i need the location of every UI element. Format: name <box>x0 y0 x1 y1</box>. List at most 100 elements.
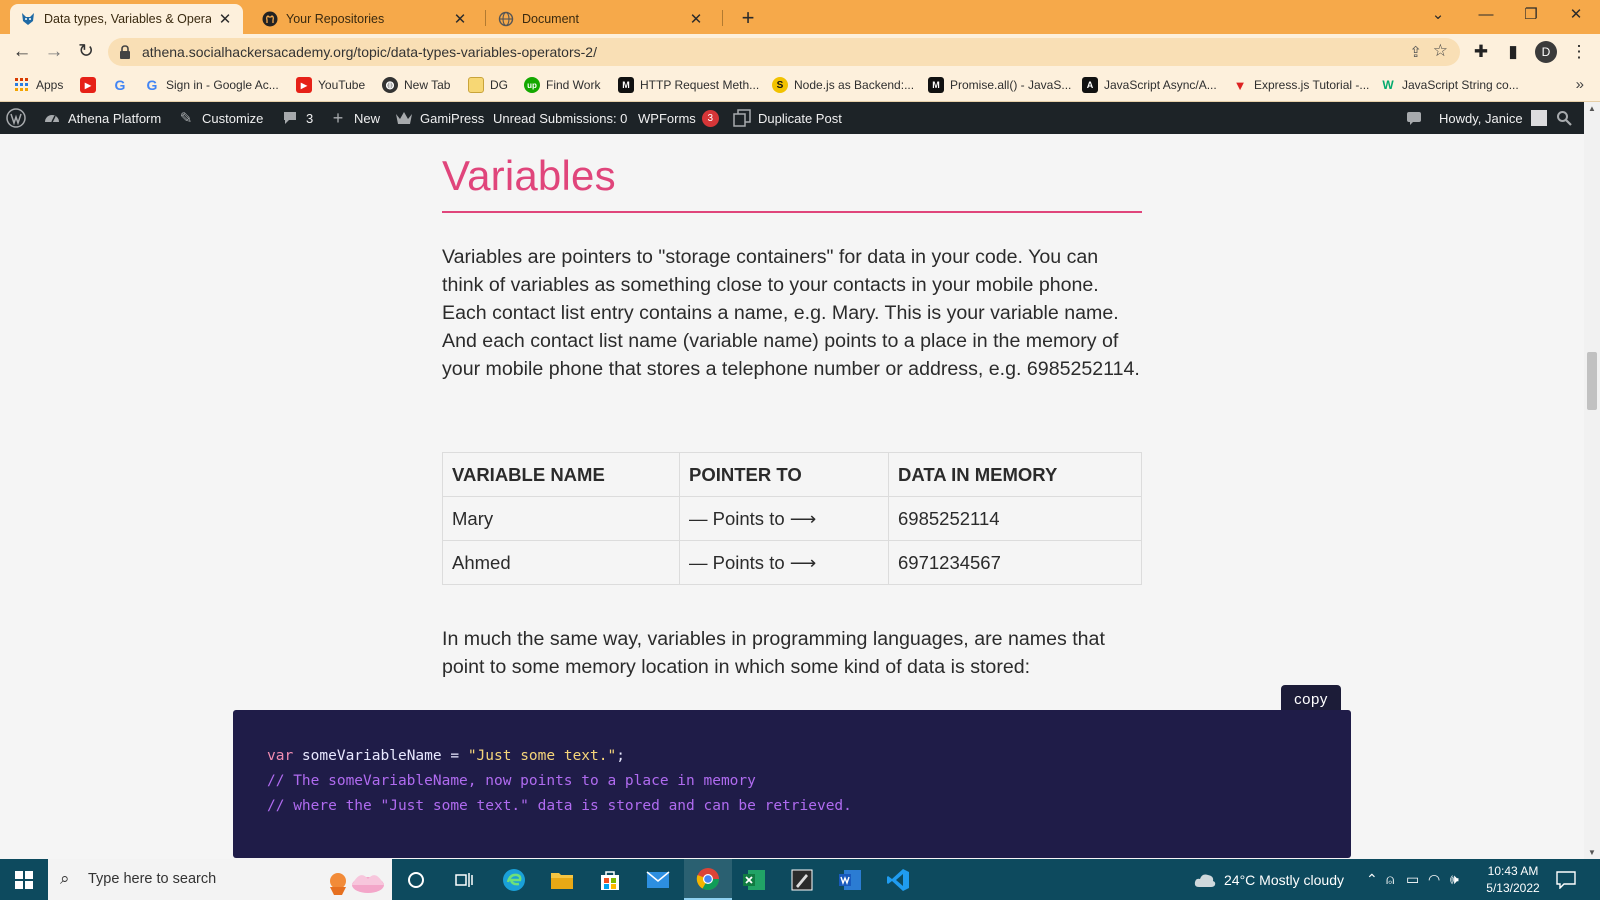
globe-icon <box>498 11 514 27</box>
mdn-icon: A <box>1082 77 1098 93</box>
system-clock[interactable]: 10:43 AM 5/13/2022 <box>1478 863 1548 897</box>
tutorial-icon: ▼ <box>1233 77 1247 93</box>
lock-icon[interactable] <box>118 44 132 60</box>
tab-athena[interactable]: Data types, Variables & Operators ✕ <box>10 4 243 34</box>
bookmark-dg[interactable]: DG <box>468 77 508 93</box>
new-tab-button[interactable]: + <box>736 6 760 30</box>
comments-link[interactable]: 3 <box>280 102 313 134</box>
bookmark-nodejs[interactable]: S Node.js as Backend:... <box>772 77 914 93</box>
bookmark-js-string[interactable]: W JavaScript String co... <box>1380 77 1519 93</box>
more-bookmarks-chevron-icon[interactable]: » <box>1576 76 1584 93</box>
wifi-icon[interactable]: ◠ <box>1428 859 1440 900</box>
site-name-menu[interactable]: Athena Platform <box>42 102 161 134</box>
unread-label: Unread Submissions: 0 <box>493 110 628 126</box>
taskbar-search-box[interactable]: ⌕ Type here to search <box>48 859 392 900</box>
bookmark-label: JavaScript String co... <box>1402 78 1519 92</box>
taskbar-excel[interactable] <box>730 859 778 900</box>
athena-fox-icon <box>20 11 36 27</box>
code-block: var someVariableName = "Just some text."… <box>233 710 1351 858</box>
cortana-button[interactable] <box>392 859 440 900</box>
new-content-menu[interactable]: + New <box>328 102 380 134</box>
address-bar[interactable]: athena.socialhackersacademy.org/topic/da… <box>108 38 1460 66</box>
bookmark-youtube[interactable]: ▶ YouTube <box>296 77 365 93</box>
url-text[interactable]: athena.socialhackersacademy.org/topic/da… <box>142 44 597 60</box>
back-button[interactable]: ← <box>10 40 34 64</box>
bookmark-http-request[interactable]: M HTTP Request Meth... <box>618 77 759 93</box>
bookmark-label: DG <box>490 78 508 92</box>
share-icon[interactable]: ⇪ <box>1409 43 1422 61</box>
taskbar-vscode[interactable] <box>874 859 922 900</box>
browser-toolbar: ← → ↻ athena.socialhackersacademy.org/to… <box>0 34 1600 70</box>
taskbar-file-explorer[interactable] <box>538 859 586 900</box>
store-bag-icon <box>601 870 619 890</box>
wordpress-logo-button[interactable] <box>6 102 32 134</box>
folder-icon <box>551 872 573 889</box>
customize-link[interactable]: ✎ Customize <box>176 102 264 134</box>
page-scrollbar[interactable]: ▲ ▼ <box>1584 102 1600 859</box>
heading-divider <box>442 211 1142 213</box>
bookmark-label: Find Work <box>546 78 601 92</box>
bookmark-new-tab[interactable]: ◍ New Tab <box>382 77 450 93</box>
volume-icon[interactable]: 🕪 <box>1450 859 1459 900</box>
profile-avatar[interactable]: D <box>1535 41 1557 63</box>
notification-center-icon[interactable] <box>1556 859 1576 900</box>
tray-chevron-icon[interactable]: ⌃ <box>1366 859 1378 900</box>
bookmark-express[interactable]: ▼ Express.js Tutorial -... <box>1232 77 1370 93</box>
taskbar-pen-app[interactable] <box>778 859 826 900</box>
bookmark-apps[interactable]: Apps <box>14 77 63 93</box>
bookmark-find-work[interactable]: up Find Work <box>524 77 600 93</box>
scroll-down-arrow-icon[interactable]: ▼ <box>1584 848 1600 857</box>
duplicate-post-link[interactable]: Duplicate Post <box>732 102 842 134</box>
taskbar-word[interactable] <box>826 859 874 900</box>
close-icon[interactable]: ✕ <box>217 10 233 28</box>
battery-icon[interactable]: ▭ <box>1406 859 1419 900</box>
weather-widget[interactable]: 24°C Mostly cloudy <box>1194 859 1344 900</box>
reload-button[interactable]: ↻ <box>74 40 98 64</box>
scrollbar-thumb[interactable] <box>1587 352 1597 410</box>
search-icon[interactable] <box>1556 102 1572 134</box>
new-label: New <box>354 110 381 126</box>
side-panel-icon[interactable]: ▮ <box>1502 42 1524 62</box>
mail-envelope-icon <box>646 870 670 888</box>
bookmark-youtube-short[interactable]: ▶ <box>80 77 102 93</box>
gamipress-menu[interactable]: GamiPress <box>394 102 484 134</box>
bookmark-promise-all[interactable]: M Promise.all() - JavaS... <box>928 77 1071 93</box>
unread-submissions-link[interactable]: Unread Submissions: 0 <box>493 102 627 134</box>
google-icon: G <box>146 77 158 93</box>
bookmark-label: Sign in - Google Ac... <box>166 78 279 92</box>
taskbar-chrome[interactable] <box>684 859 732 900</box>
account-menu[interactable]: Howdy, Janice <box>1439 102 1547 134</box>
tab-divider <box>485 10 486 26</box>
taskbar-edge[interactable] <box>490 859 538 900</box>
tab-github[interactable]: Your Repositories ✕ <box>252 4 478 34</box>
tab-search-chevron-icon[interactable]: ⌄ <box>1418 4 1458 26</box>
minimize-button[interactable]: — <box>1466 4 1506 26</box>
start-button[interactable] <box>0 859 48 900</box>
tab-title: Data types, Variables & Operators <box>44 12 211 26</box>
forward-button[interactable]: → <box>42 40 66 64</box>
restore-button[interactable]: ❐ <box>1511 4 1551 26</box>
taskbar-mail[interactable] <box>634 859 682 900</box>
bookmark-star-icon[interactable]: ☆ <box>1433 41 1448 61</box>
kebab-menu-icon[interactable]: ⋮ <box>1568 42 1590 62</box>
tab-document[interactable]: Document ✕ <box>488 4 714 34</box>
bookmark-google-short[interactable]: G <box>112 77 134 93</box>
paintbrush-icon: ✎ <box>179 110 193 127</box>
taskbar-store[interactable] <box>586 859 634 900</box>
close-icon[interactable]: ✕ <box>688 10 704 28</box>
bookmark-label: Node.js as Backend:... <box>794 78 915 92</box>
close-window-button[interactable]: ✕ <box>1556 4 1596 26</box>
notification-link[interactable] <box>1404 102 1430 134</box>
bookmark-js-async[interactable]: A JavaScript Async/A... <box>1082 77 1217 93</box>
bookmark-google-signin[interactable]: G Sign in - Google Ac... <box>144 77 279 93</box>
close-icon[interactable]: ✕ <box>452 10 468 28</box>
wpforms-menu[interactable]: WPForms 3 <box>638 102 719 134</box>
extensions-puzzle-icon[interactable]: ✚ <box>1470 42 1492 62</box>
bookmark-label: Apps <box>36 78 64 92</box>
meet-now-icon[interactable]: ⍝ <box>1386 859 1394 900</box>
task-view-button[interactable] <box>440 859 488 900</box>
clock-date: 5/13/2022 <box>1486 881 1540 895</box>
bookmarks-bar: Apps ▶ G G Sign in - Google Ac... ▶ YouT… <box>0 70 1600 102</box>
scroll-up-arrow-icon[interactable]: ▲ <box>1584 104 1600 113</box>
table-cell: 6971234567 <box>888 540 1142 585</box>
